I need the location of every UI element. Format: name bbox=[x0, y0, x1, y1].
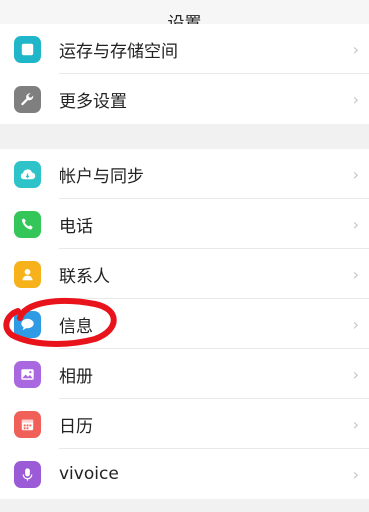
settings-item-messages[interactable]: 信息 › bbox=[0, 299, 369, 349]
settings-item-label: 联系人 bbox=[59, 266, 110, 287]
settings-item-label: 更多设置 bbox=[59, 91, 127, 112]
settings-item-label: vivoice bbox=[59, 464, 119, 484]
settings-item-label: 运存与存储空间 bbox=[59, 41, 178, 62]
settings-item-vivoice[interactable]: vivoice › bbox=[0, 449, 369, 499]
chevron-right-icon: › bbox=[352, 364, 359, 384]
chevron-right-icon: › bbox=[352, 414, 359, 434]
settings-group-system: 运存与存储空间 › 更多设置 › bbox=[0, 24, 369, 124]
settings-item-storage[interactable]: 运存与存储空间 › bbox=[0, 24, 369, 74]
album-icon bbox=[14, 360, 41, 388]
chevron-right-icon: › bbox=[352, 39, 359, 59]
settings-item-album[interactable]: 相册 › bbox=[0, 349, 369, 399]
phone-icon bbox=[14, 210, 41, 238]
chevron-right-icon: › bbox=[352, 214, 359, 234]
settings-item-account-sync[interactable]: 帐户与同步 › bbox=[0, 149, 369, 199]
settings-group-apps: 帐户与同步 › 电话 › 联系人 › 信息 › 相册 › 日历 › vivoic… bbox=[0, 149, 369, 499]
wrench-icon bbox=[14, 85, 41, 113]
settings-item-label: 帐户与同步 bbox=[59, 166, 144, 187]
settings-item-more-settings[interactable]: 更多设置 › bbox=[0, 74, 369, 124]
chevron-right-icon: › bbox=[352, 264, 359, 284]
chevron-right-icon: › bbox=[352, 164, 359, 184]
chevron-right-icon: › bbox=[352, 464, 359, 484]
chevron-right-icon: › bbox=[352, 314, 359, 334]
chevron-right-icon: › bbox=[352, 89, 359, 109]
settings-item-label: 相册 bbox=[59, 366, 93, 387]
settings-item-phone[interactable]: 电话 › bbox=[0, 199, 369, 249]
settings-item-label: 电话 bbox=[59, 216, 93, 237]
settings-item-calendar[interactable]: 日历 › bbox=[0, 399, 369, 449]
settings-item-contacts[interactable]: 联系人 › bbox=[0, 249, 369, 299]
settings-item-label: 日历 bbox=[59, 416, 93, 437]
cloud-icon bbox=[14, 160, 41, 188]
microphone-icon bbox=[14, 460, 41, 488]
message-icon bbox=[14, 310, 41, 338]
storage-icon bbox=[14, 35, 41, 63]
contact-icon bbox=[14, 260, 41, 288]
settings-item-label: 信息 bbox=[59, 316, 93, 337]
calendar-icon bbox=[14, 410, 41, 438]
